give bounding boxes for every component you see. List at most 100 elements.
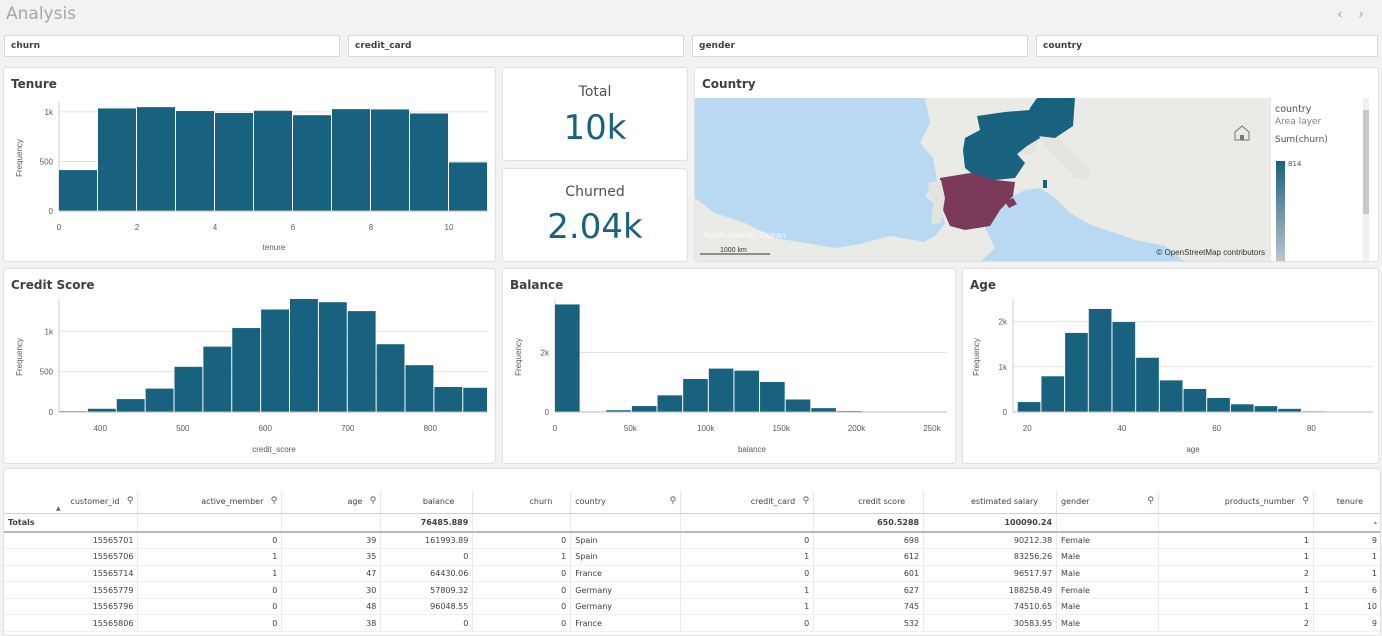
histogram-bar[interactable] (347, 311, 376, 412)
search-icon[interactable]: ⚲ (670, 496, 677, 506)
search-icon[interactable]: ⚲ (271, 496, 278, 506)
histogram-bar[interactable] (137, 107, 175, 211)
histogram-bar[interactable] (1065, 332, 1088, 412)
table-cell: Male (1056, 565, 1159, 583)
analysis-app: Analysis ‹ › churn credit_card gender co… (0, 0, 1382, 636)
chevron-left-icon[interactable]: ‹ (1333, 5, 1347, 21)
histogram-bar[interactable] (734, 370, 760, 412)
histogram-bar[interactable] (174, 366, 203, 412)
credit-score-chart[interactable]: 0 500 1k 400 500 600 700 800 credit_score Frequen… (4, 269, 496, 464)
histogram-bar[interactable] (98, 108, 136, 211)
table-row[interactable]: 15565714 1 47 64430.06 0 France 0 601 96517.97 Ma… (4, 565, 1380, 583)
column-header-gender[interactable]: gender ⚲ (1056, 491, 1159, 514)
column-header-label: balance (422, 497, 455, 507)
histogram-bar[interactable] (254, 110, 292, 211)
table-row[interactable]: 15565779 0 30 57809.32 0 Germany 1 627 188258.49… (4, 581, 1380, 599)
histogram-bar[interactable] (332, 109, 370, 211)
histogram-bar[interactable] (657, 395, 683, 412)
table-cell: 1 (1158, 581, 1314, 599)
search-icon[interactable]: ⚲ (803, 496, 810, 506)
kpi-total[interactable]: Total 10k (502, 67, 688, 161)
histogram-bar[interactable] (371, 109, 409, 211)
table-cell: 601 (813, 565, 925, 583)
histogram-bar[interactable] (376, 344, 405, 412)
x-tick-label: 50k (624, 424, 638, 433)
histogram-bar[interactable] (318, 302, 347, 412)
balance-chart[interactable]: 0 2k 0 50k 100k 150k 200k 250k balance Frequency (503, 269, 956, 464)
histogram-bar[interactable] (293, 115, 331, 211)
histogram-bar[interactable] (203, 346, 232, 412)
histogram-bar[interactable] (1017, 402, 1041, 412)
column-header-label: tenure (1336, 497, 1363, 507)
table-row[interactable]: 15565806 0 38 0 0 France 0 532 30583.95 Male 2 9 (4, 614, 1380, 633)
histogram-bar[interactable] (785, 399, 811, 412)
search-icon[interactable]: ⚲ (127, 496, 134, 506)
column-header-products-number[interactable]: products_number ⚲ (1158, 491, 1314, 514)
search-icon[interactable]: ⚲ (1147, 496, 1154, 506)
column-header-estimated-salary[interactable]: estimated salary (923, 491, 1058, 514)
histogram-bar[interactable] (1254, 406, 1278, 412)
histogram-bar[interactable] (683, 378, 708, 412)
histogram-bar[interactable] (1041, 376, 1065, 412)
age-title: Age (970, 278, 997, 292)
histogram-bar[interactable] (1159, 380, 1183, 412)
histogram-bar[interactable] (708, 368, 734, 412)
y-tick-label: 2k (999, 318, 1008, 327)
filter-churn[interactable]: churn (4, 35, 340, 57)
column-header-country[interactable]: country ⚲ (570, 491, 682, 514)
histogram-bar[interactable] (1112, 322, 1136, 412)
column-header-customer-id[interactable]: customer_id ▲ ⚲ (4, 491, 139, 514)
histogram-bar[interactable] (449, 162, 487, 211)
column-header-credit-card[interactable]: credit_card ⚲ (680, 491, 815, 514)
histogram-bar[interactable] (290, 299, 318, 412)
histogram-bar[interactable] (434, 386, 463, 412)
age-chart[interactable]: 0 1k 2k 20 40 60 80 age Frequency (963, 269, 1379, 464)
histogram-bar[interactable] (1230, 404, 1254, 412)
filter-credit-card[interactable]: credit_card (348, 35, 684, 57)
histogram-bar[interactable] (555, 304, 580, 412)
tenure-chart[interactable]: 0 500 1k 0 2 4 6 8 10 tenure Frequency (4, 68, 496, 262)
histogram-bar[interactable] (232, 328, 261, 412)
column-header-active-member[interactable]: active_member ⚲ (137, 491, 283, 514)
search-icon[interactable]: ⚲ (1302, 496, 1309, 506)
column-header-age[interactable]: age ⚲ (281, 491, 382, 514)
sort-ascending-icon[interactable]: ▲ (56, 505, 61, 512)
table-header-row: customer_id ▲ ⚲ active_member ⚲ age ⚲ balance ch… (4, 491, 1380, 514)
histogram-bar[interactable] (760, 381, 785, 412)
histogram-bar[interactable] (261, 309, 289, 412)
column-header-balance[interactable]: balance (380, 491, 474, 514)
histogram-bar[interactable] (145, 388, 174, 412)
map-attribution[interactable]: © OpenStreetMap contributors (1156, 248, 1265, 257)
histogram-bar[interactable] (1207, 397, 1230, 412)
histogram-bar[interactable] (59, 170, 97, 211)
histogram-bar[interactable] (410, 113, 448, 211)
histogram-bar[interactable] (1183, 388, 1207, 412)
histogram-bar[interactable] (405, 365, 434, 412)
search-icon[interactable]: ⚲ (370, 496, 377, 506)
filter-country[interactable]: country (1036, 35, 1378, 57)
legend-scrollbar[interactable] (1363, 98, 1369, 261)
column-header-churn[interactable]: churn (472, 491, 572, 514)
map-title: Country (702, 77, 756, 91)
table-cell: 15565779 (4, 581, 139, 599)
histogram-bar[interactable] (116, 399, 145, 412)
column-header-tenure[interactable]: tenure (1313, 491, 1380, 514)
histogram-bar[interactable] (811, 408, 836, 412)
table-cell: 15565806 (4, 614, 139, 633)
histogram-bar[interactable] (215, 112, 253, 211)
histogram-bar[interactable] (1136, 357, 1159, 412)
chevron-right-icon[interactable]: › (1354, 5, 1368, 21)
country-map[interactable]: 1000 km North Atlantic Ocean © OpenStree… (695, 98, 1270, 262)
column-header-credit-score[interactable]: credit score (813, 491, 925, 514)
table-row[interactable]: 15565706 1 35 0 1 Spain 1 612 83256.26 Male 1 1 (4, 548, 1380, 566)
table-row[interactable]: 15565701 0 39 161993.89 0 Spain 0 698 90212.38 Fe… (4, 532, 1380, 550)
histogram-bar[interactable] (176, 111, 214, 211)
histogram-bar[interactable] (463, 387, 487, 412)
histogram-bar[interactable] (1088, 308, 1112, 412)
table-cell: 57809.32 (380, 581, 474, 599)
filter-gender[interactable]: gender (692, 35, 1028, 57)
table-cell: 96517.97 (923, 565, 1058, 583)
histogram-bar[interactable] (631, 406, 657, 412)
table-row[interactable]: 15565796 0 48 96048.55 0 Germany 1 745 74510.65 M… (4, 598, 1380, 616)
kpi-churned[interactable]: Churned 2.04k (502, 168, 688, 262)
